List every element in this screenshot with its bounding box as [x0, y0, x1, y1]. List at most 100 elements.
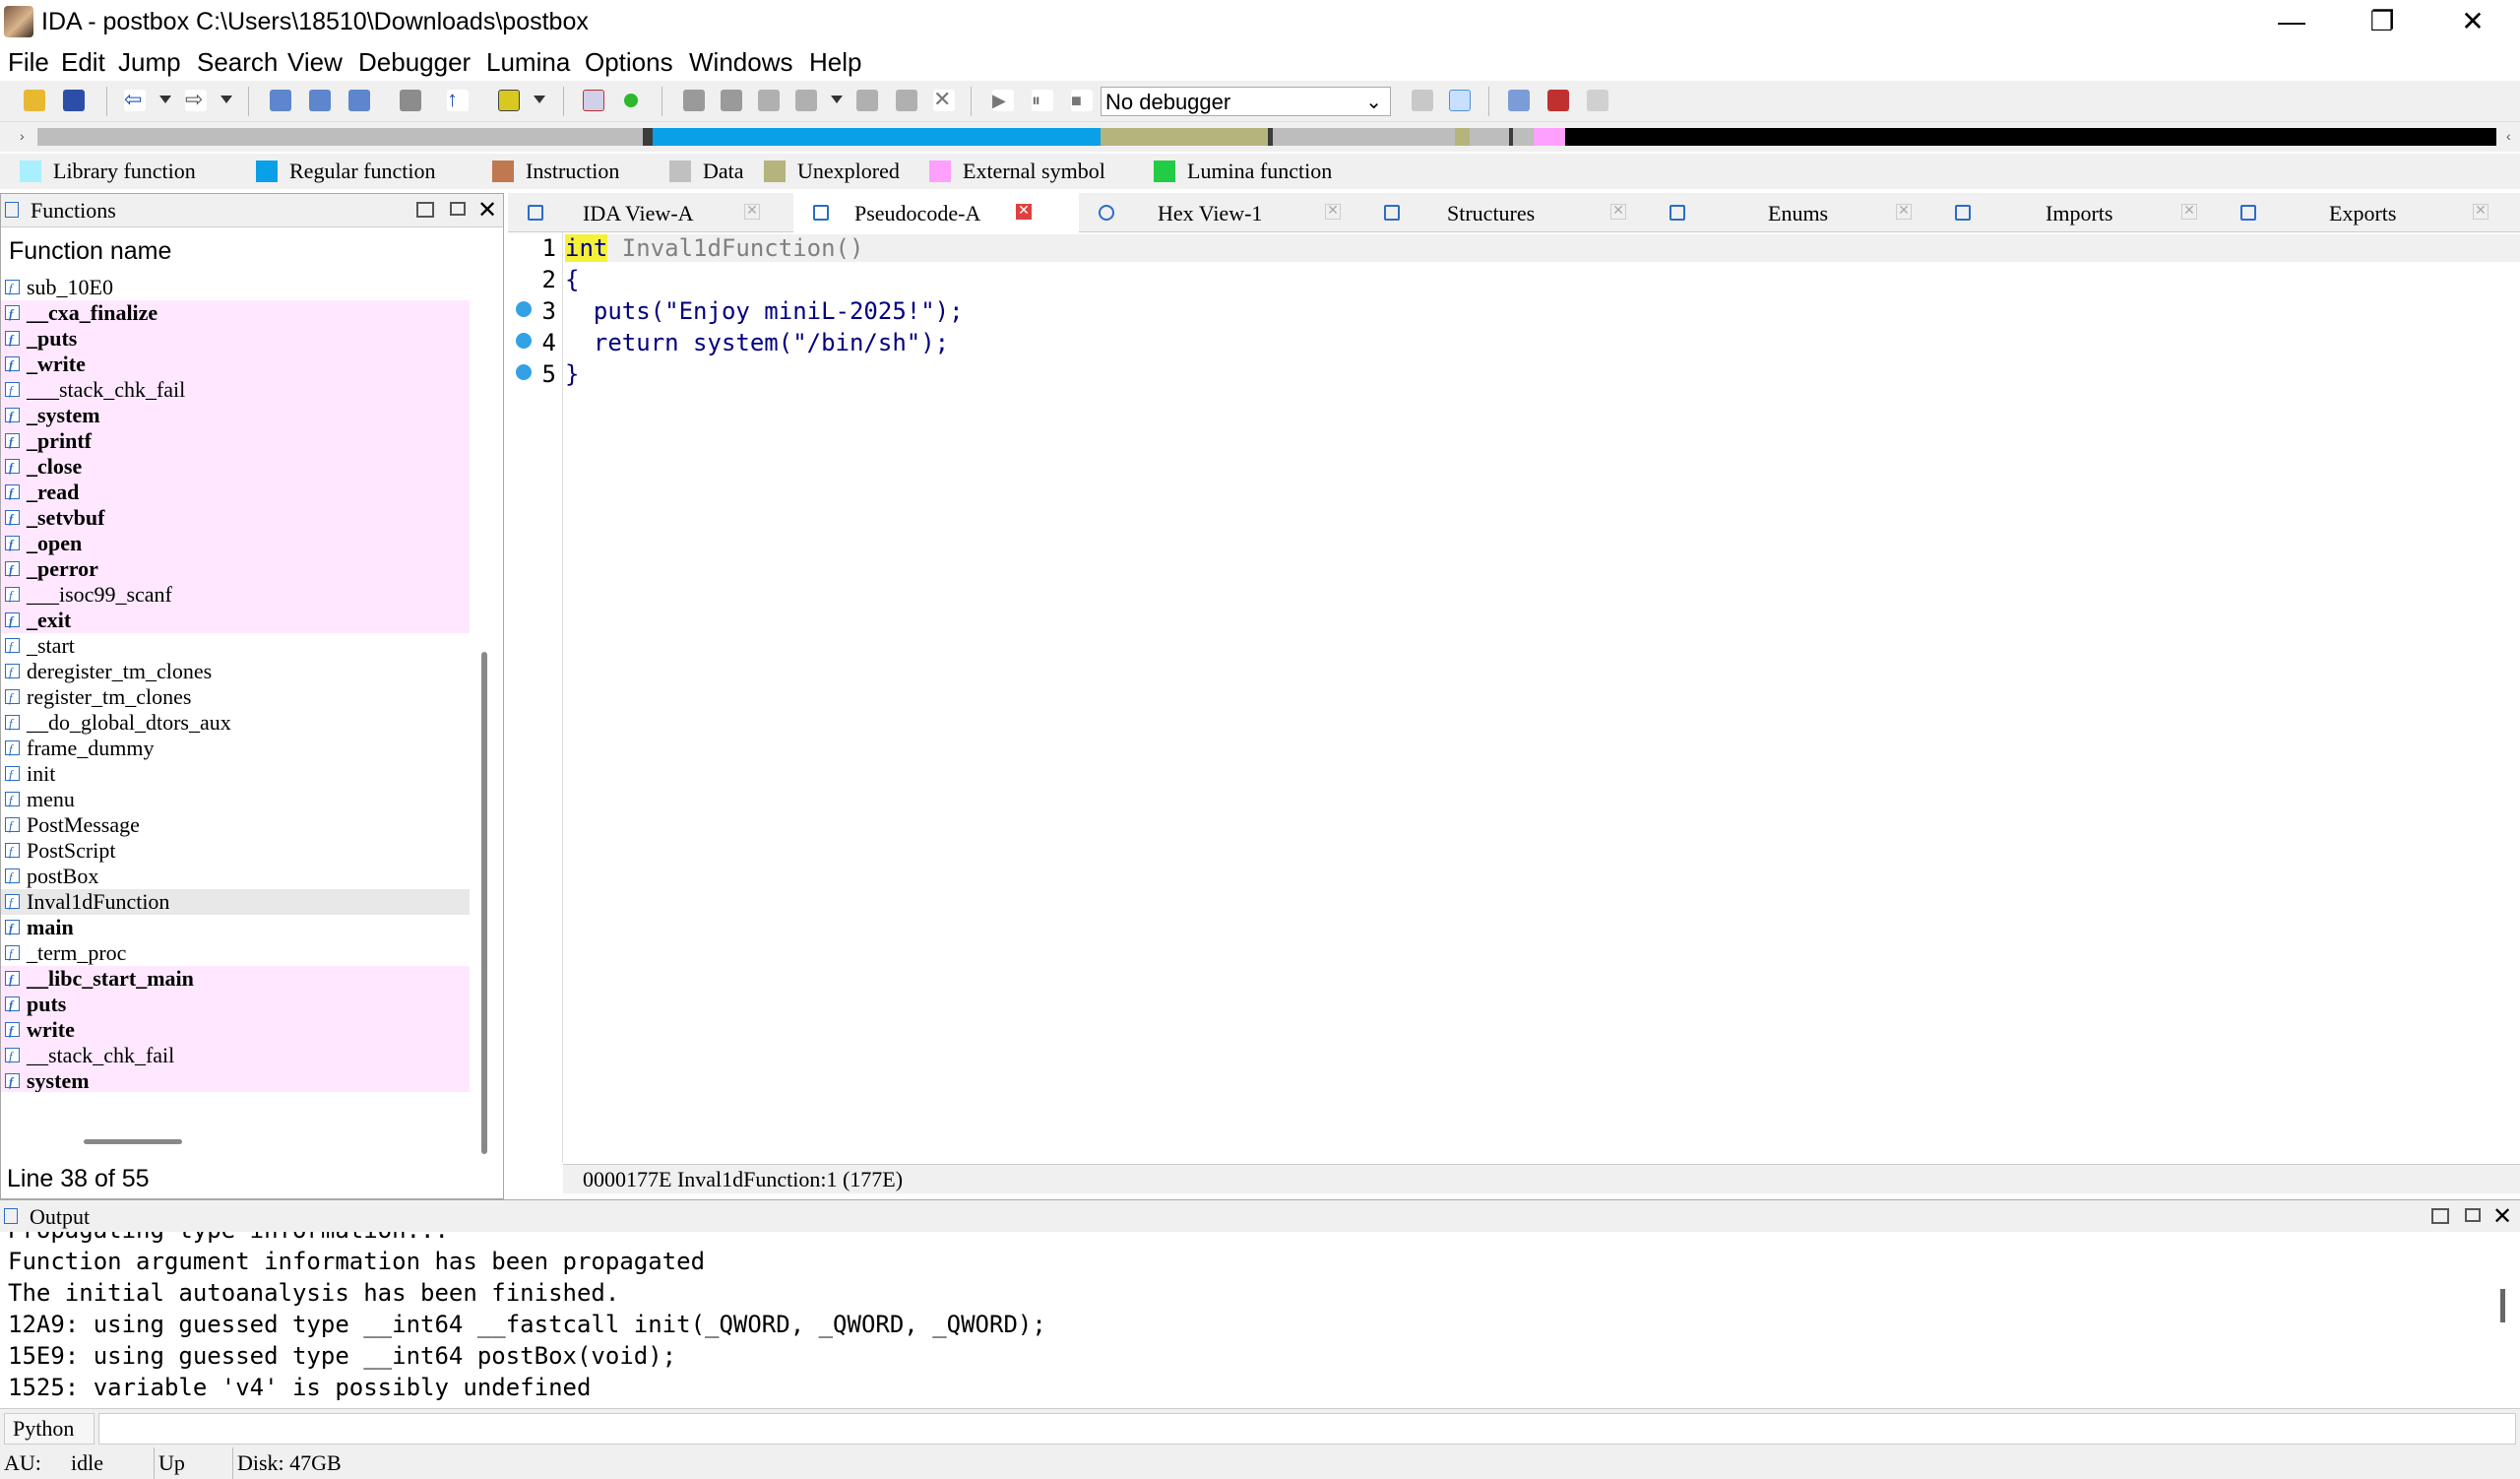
pseudocode-view[interactable]: 1 2 3 4 5 int Inval1dFunction() { puts("… — [508, 232, 2520, 1193]
forward-dropdown-icon[interactable] — [220, 96, 232, 103]
function-list-item[interactable]: _open — [1, 531, 470, 557]
menu-view[interactable]: View — [287, 47, 343, 78]
struct-offset-icon[interactable] — [795, 90, 817, 111]
back-arrow-icon[interactable]: ⇦ — [124, 89, 146, 111]
function-list-item[interactable]: ___isoc99_scanf — [1, 582, 470, 609]
code-line-3[interactable]: puts("Enjoy miniL-2025!"); — [565, 297, 964, 325]
tab-exports[interactable]: Exports ✕ — [2221, 193, 2506, 232]
function-list-item[interactable]: main — [1, 915, 470, 941]
function-list-item[interactable]: menu — [1, 787, 470, 813]
code-function-signature[interactable]: Inval1dFunction() — [607, 234, 864, 262]
menu-file[interactable]: File — [8, 47, 49, 78]
offset-dropdown-icon[interactable] — [831, 96, 843, 103]
code-line-5[interactable]: } — [565, 360, 579, 388]
output-scrollbar[interactable] — [2500, 1289, 2505, 1322]
code-line-1[interactable]: int Inval1dFunction() — [565, 234, 2520, 262]
functions-vertical-scrollbar[interactable] — [481, 652, 487, 1154]
function-list-item[interactable]: ___stack_chk_fail — [1, 377, 470, 404]
forward-arrow-icon[interactable]: ⇨ — [185, 89, 207, 111]
maximize-panel-icon[interactable] — [416, 202, 434, 218]
immediate-search-icon[interactable] — [348, 90, 370, 111]
binary-icon[interactable] — [270, 90, 291, 111]
close-panel-icon[interactable]: ✕ — [477, 196, 497, 225]
navigation-band[interactable]: › ‹ — [0, 122, 2520, 152]
function-list-item[interactable]: sub_10E0 — [1, 275, 470, 301]
offset-icon[interactable] — [758, 90, 780, 111]
close-tab-icon[interactable]: ✕ — [1896, 204, 1912, 220]
line-number-gutter[interactable]: 1 2 3 4 5 — [508, 232, 563, 1163]
function-list-item[interactable]: PostScript — [1, 838, 470, 865]
save-icon[interactable] — [63, 90, 85, 111]
functions-column-header[interactable]: Function name — [1, 227, 470, 275]
menu-edit[interactable]: Edit — [61, 47, 105, 78]
ascii-dropdown-icon[interactable] — [534, 96, 545, 103]
open-file-icon[interactable] — [24, 90, 45, 111]
close-tab-icon[interactable]: ✕ — [1610, 204, 1626, 220]
functions-list[interactable]: sub_10E0__cxa_finalize_puts_write___stac… — [1, 275, 470, 1092]
function-list-item[interactable]: frame_dummy — [1, 736, 470, 762]
function-list-item[interactable]: _write — [1, 352, 470, 378]
function-list-item[interactable]: postBox — [1, 864, 470, 890]
navigation-strip[interactable] — [37, 128, 2496, 146]
function-list-item[interactable]: puts — [1, 992, 470, 1018]
function-list-item[interactable]: register_tm_clones — [1, 684, 470, 711]
code-icon[interactable] — [683, 90, 705, 111]
menu-debugger[interactable]: Debugger — [358, 47, 471, 78]
breakpoint-dot-icon[interactable] — [516, 333, 532, 349]
restore-button[interactable]: ❐ — [2337, 0, 2427, 45]
close-tab-icon[interactable]: ✕ — [1325, 204, 1341, 220]
code-line-4[interactable]: return system("/bin/sh"); — [565, 329, 949, 356]
breakpoint-dot-icon[interactable] — [516, 301, 532, 317]
function-list-item[interactable]: __stack_chk_fail — [1, 1043, 470, 1069]
function-name-header[interactable]: Function name — [9, 237, 171, 266]
string-icon[interactable] — [856, 90, 878, 111]
float-panel-icon[interactable] — [2465, 1208, 2481, 1222]
function-list-item[interactable]: __do_global_dtors_aux — [1, 710, 470, 737]
function-list-item[interactable]: _exit — [1, 608, 470, 634]
attach-icon[interactable] — [1412, 90, 1433, 111]
tab-hex-view-1[interactable]: Hex View-1 ✕ — [1079, 193, 1364, 232]
nav-left-arrow-icon[interactable]: › — [20, 128, 25, 144]
function-list-item[interactable]: __cxa_finalize — [1, 300, 470, 327]
output-log[interactable]: Propagating type information... Function… — [0, 1232, 2500, 1411]
debugger-select[interactable]: No debugger ⌄ — [1101, 87, 1391, 116]
tab-ida-view-a[interactable]: IDA View-A ✕ — [508, 193, 793, 232]
types-icon[interactable] — [1508, 90, 1530, 111]
stop-icon[interactable]: ■ — [1071, 90, 1093, 111]
array-icon[interactable] — [896, 90, 917, 111]
menu-windows[interactable]: Windows — [689, 47, 792, 78]
python-language-button[interactable]: Python — [4, 1413, 94, 1445]
minimize-button[interactable]: — — [2246, 0, 2337, 45]
code-keyword[interactable]: int — [565, 234, 608, 262]
function-list-item[interactable]: _start — [1, 633, 470, 660]
trace-icon[interactable] — [1587, 90, 1608, 111]
float-panel-icon[interactable] — [450, 202, 466, 216]
tab-pseudocode-a[interactable]: Pseudocode-A ✕ — [793, 193, 1079, 232]
pause-icon[interactable]: ⏸ — [1032, 90, 1053, 111]
back-dropdown-icon[interactable] — [159, 96, 171, 103]
sequence-icon[interactable] — [400, 90, 421, 111]
close-tab-icon[interactable]: ✕ — [1016, 204, 1032, 220]
close-panel-icon[interactable]: ✕ — [2492, 1202, 2512, 1231]
nav-right-arrow-icon[interactable]: ‹ — [2506, 128, 2511, 144]
menu-search[interactable]: Search — [197, 47, 278, 78]
function-list-item[interactable]: _perror — [1, 556, 470, 583]
tab-imports[interactable]: Imports ✕ — [1935, 193, 2221, 232]
function-list-item[interactable]: _printf — [1, 428, 470, 455]
function-list-item[interactable]: _read — [1, 480, 470, 506]
python-command-input[interactable] — [98, 1413, 2516, 1445]
function-list-item[interactable]: _setvbuf — [1, 505, 470, 532]
function-list-item[interactable]: deregister_tm_clones — [1, 659, 470, 685]
function-list-item[interactable]: _term_proc — [1, 940, 470, 967]
function-list-item[interactable]: _system — [1, 403, 470, 429]
close-tab-icon[interactable]: ✕ — [2473, 204, 2488, 220]
function-list-item[interactable]: system — [1, 1068, 470, 1092]
close-tab-icon[interactable]: ✕ — [744, 204, 760, 220]
menu-jump[interactable]: Jump — [118, 47, 181, 78]
function-list-item[interactable]: _close — [1, 454, 470, 481]
code-line-2[interactable]: { — [565, 266, 579, 293]
close-button[interactable]: ✕ — [2427, 0, 2518, 45]
jump-up-icon[interactable]: ↑ — [447, 89, 469, 111]
menu-help[interactable]: Help — [809, 47, 861, 78]
ascii-icon[interactable] — [498, 90, 520, 111]
